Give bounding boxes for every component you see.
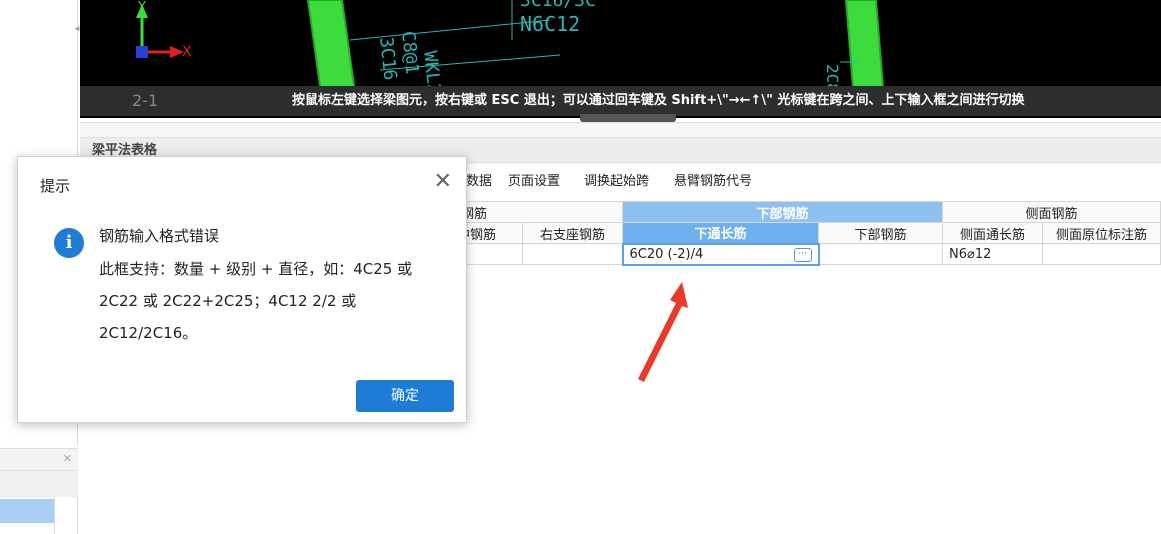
status-message: 按鼠标左键选择梁图元，按右键或 ESC 退出；可以通过回车键及 Shift+\"…	[292, 93, 1025, 108]
toolbar-cantilever-code-button[interactable]: 悬臂钢筋代号	[674, 165, 752, 199]
close-icon[interactable]: ✕	[63, 452, 72, 466]
cell-right-support-rebar[interactable]	[522, 243, 623, 265]
app-window: ◂ ✕ Y X N6C12 3C16/3C WKL3 C8@1 3C16 2C8…	[0, 0, 1161, 534]
property-panel-toolbar	[0, 471, 78, 497]
cell-bottom-rebar[interactable]	[818, 243, 943, 265]
cell-bottom-through-rebar-editor[interactable]: 6C20 (-2)/4 ···	[621, 242, 820, 266]
header-right-support-rebar: 右支座钢筋	[522, 222, 623, 244]
cell-side-in-situ-rebar[interactable]	[1042, 243, 1161, 265]
ok-button[interactable]: 确定	[356, 380, 454, 412]
scrollbar[interactable]	[54, 497, 55, 534]
cad-text-n6c12: N6C12	[520, 12, 581, 36]
header-group-side-rebar: 侧面钢筋	[942, 201, 1161, 223]
cad-text-3c16: 3C16	[375, 36, 401, 82]
close-icon[interactable]: ✕	[434, 169, 452, 195]
dialog-message-title: 钢筋输入格式错误	[99, 227, 220, 245]
axis-origin	[136, 46, 148, 58]
red-arrow-annotation	[638, 282, 688, 382]
cad-drawing-canvas[interactable]: Y X N6C12 3C16/3C WKL3 C8@1 3C16 2C8 2-1…	[80, 0, 1161, 118]
header-bottom-through-rebar[interactable]: 下通长筋	[622, 222, 819, 244]
error-dialog: 提示 ✕ i 钢筋输入格式错误 此框支持：数量 + 级别 + 直径，如：4C25…	[17, 156, 467, 423]
header-side-in-situ-rebar: 侧面原位标注筋	[1042, 222, 1161, 244]
cad-text-c8: C8@1	[397, 30, 423, 76]
info-icon: i	[54, 228, 84, 258]
dialog-title: 提示	[40, 177, 71, 195]
selected-property-row[interactable]	[0, 499, 54, 523]
cell-side-through-rebar[interactable]: N6⌀12	[942, 243, 1043, 265]
header-side-through-rebar: 侧面通长筋	[942, 222, 1043, 244]
axis-y-label: Y	[138, 0, 146, 15]
cad-text-3c16b: 3C16/3C	[520, 0, 596, 11]
toolbar-swap-start-span-button[interactable]: 调换起始跨	[584, 165, 649, 199]
command-status-bar: 2-1 按鼠标左键选择梁图元，按右键或 ESC 退出；可以通过回车键及 Shif…	[80, 86, 1161, 116]
property-panel-header: ✕	[0, 449, 78, 471]
left-property-panel: ✕	[0, 448, 78, 534]
view-label: 2-1	[132, 91, 159, 110]
dialog-message-body: 此框支持：数量 + 级别 + 直径，如：4C25 或 2C22 或 2C22+2…	[99, 260, 413, 342]
dialog-header: 提示 ✕	[18, 157, 466, 211]
beam-rebar-table: 钢筋 下部钢筋 侧面钢筋 中钢筋 右支座钢筋 下通长筋 下部钢筋 侧面通长筋 侧…	[454, 201, 1161, 266]
splitter-handle[interactable]	[580, 114, 676, 122]
more-options-button[interactable]: ···	[793, 247, 812, 262]
header-bottom-rebar: 下部钢筋	[818, 222, 943, 244]
beam-column-left	[306, 0, 358, 101]
toolbar-page-setup-button[interactable]: 页面设置	[508, 165, 560, 199]
bottom-through-value[interactable]: 6C20 (-2)/4	[630, 247, 704, 262]
header-group-rebar: 钢筋	[454, 201, 623, 223]
beam-column-right	[844, 0, 886, 101]
toolbar-data-button[interactable]: 数据	[466, 165, 492, 199]
table-row: 6C20 (-2)/4 ··· N6⌀12	[454, 242, 1161, 266]
axis-x-label: X	[182, 44, 192, 60]
header-group-bottom-rebar[interactable]: 下部钢筋	[622, 201, 943, 223]
